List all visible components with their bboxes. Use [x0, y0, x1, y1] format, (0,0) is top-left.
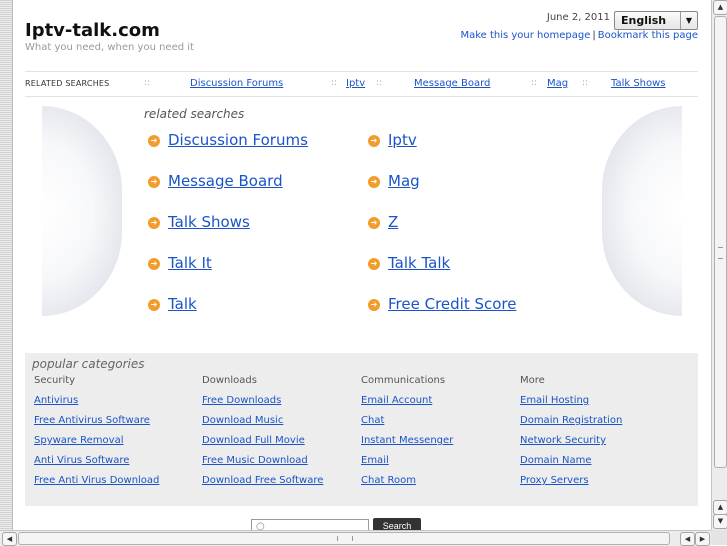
grip-icon — [337, 536, 353, 541]
homepage-links: Make this your homepage | Bookmark this pa… — [430, 30, 698, 41]
scroll-left-arrow-icon[interactable]: ◀ — [680, 532, 695, 546]
arrow-right-circle-icon: ➔ — [368, 258, 380, 270]
category-column-communications: Communications Email Account Chat Instan… — [361, 375, 521, 495]
separator: :: — [376, 78, 383, 88]
scroll-right-arrow-icon[interactable]: ▶ — [695, 532, 710, 546]
category-link[interactable]: Instant Messenger — [361, 435, 521, 455]
category-link[interactable]: Email Hosting — [520, 395, 680, 415]
language-selected-value: English — [621, 14, 667, 27]
category-column-more: More Email Hosting Domain Registration N… — [520, 375, 680, 495]
category-link[interactable]: Email — [361, 455, 521, 475]
chevron-down-icon[interactable]: ▼ — [680, 12, 697, 29]
category-heading: Communications — [361, 375, 446, 386]
topbar-link-talk-shows[interactable]: Talk Shows — [611, 78, 666, 89]
related-link-talk-it[interactable]: Talk It — [168, 254, 212, 272]
category-link[interactable]: Chat Room — [361, 475, 521, 495]
current-date: June 2, 2011 — [546, 12, 610, 23]
language-select[interactable]: English ▼ — [614, 11, 698, 30]
make-homepage-link[interactable]: Make this your homepage — [460, 30, 590, 41]
category-column-security: Security Antivirus Free Antivirus Softwa… — [34, 375, 194, 495]
related-link-z[interactable]: Z — [388, 213, 398, 231]
topbar-link-discussion-forums[interactable]: Discussion Forums — [190, 78, 283, 89]
category-link[interactable]: Free Anti Virus Download — [34, 475, 194, 495]
category-link[interactable]: Antivirus — [34, 395, 194, 415]
scrollbar-corner — [711, 530, 727, 545]
related-link-discussion-forums[interactable]: Discussion Forums — [168, 131, 308, 149]
category-heading: Security — [34, 375, 76, 386]
category-heading: Downloads — [202, 375, 257, 386]
horizontal-scroll-thumb[interactable] — [18, 532, 670, 545]
site-tagline: What you need, when you need it — [25, 42, 194, 53]
separator: :: — [144, 78, 151, 88]
arrow-right-circle-icon: ➔ — [368, 299, 380, 311]
arrow-right-circle-icon: ➔ — [148, 176, 160, 188]
topbar-link-message-board[interactable]: Message Board — [414, 78, 490, 89]
category-link[interactable]: Spyware Removal — [34, 435, 194, 455]
bookmark-link[interactable]: Bookmark this page — [598, 30, 698, 41]
category-link[interactable]: Download Music — [202, 415, 362, 435]
category-link[interactable]: Free Downloads — [202, 395, 362, 415]
horizontal-scrollbar[interactable]: ◀ ◀ ▶ — [0, 530, 711, 546]
separator: :: — [331, 78, 338, 88]
grip-icon — [718, 247, 723, 259]
category-link[interactable]: Network Security — [520, 435, 680, 455]
related-link-iptv[interactable]: Iptv — [388, 131, 417, 149]
scroll-down-arrow-icon[interactable]: ▼ — [713, 514, 727, 529]
scroll-left-arrow-icon[interactable]: ◀ — [2, 532, 17, 546]
related-searches-bar: RELATED SEARCHES :: Discussion Forums ::… — [25, 71, 698, 97]
category-link[interactable]: Free Music Download — [202, 455, 362, 475]
decorative-left-shape — [42, 106, 122, 316]
category-link[interactable]: Free Antivirus Software — [34, 415, 194, 435]
arrow-right-circle-icon: ➔ — [368, 135, 380, 147]
category-link[interactable]: Proxy Servers — [520, 475, 680, 495]
related-link-mag[interactable]: Mag — [388, 172, 420, 190]
category-link[interactable]: Domain Name — [520, 455, 680, 475]
scroll-up-arrow-icon[interactable]: ▲ — [713, 500, 727, 515]
vertical-scrollbar[interactable]: ▲ ▲ ▼ — [711, 0, 727, 530]
arrow-right-circle-icon: ➔ — [148, 217, 160, 229]
category-link[interactable]: Email Account — [361, 395, 521, 415]
arrow-right-circle-icon: ➔ — [148, 135, 160, 147]
category-column-downloads: Downloads Free Downloads Download Music … — [202, 375, 362, 495]
related-link-talk[interactable]: Talk — [168, 295, 197, 313]
link-divider: | — [592, 30, 596, 41]
scroll-up-arrow-icon[interactable]: ▲ — [713, 0, 727, 15]
category-link[interactable]: Download Free Software — [202, 475, 362, 495]
category-heading: More — [520, 375, 545, 386]
decorative-right-shape — [602, 106, 682, 316]
separator: :: — [531, 78, 538, 88]
arrow-right-circle-icon: ➔ — [148, 299, 160, 311]
separator: :: — [582, 78, 589, 88]
arrow-right-circle-icon: ➔ — [368, 176, 380, 188]
category-link[interactable]: Download Full Movie — [202, 435, 362, 455]
popular-categories-title: popular categories — [32, 357, 145, 371]
related-searches-title: related searches — [144, 107, 245, 121]
frame-left-edge — [0, 0, 13, 530]
category-link[interactable]: Anti Virus Software — [34, 455, 194, 475]
arrow-right-circle-icon: ➔ — [368, 217, 380, 229]
related-link-free-credit-score[interactable]: Free Credit Score — [388, 295, 517, 313]
related-searches-label: RELATED SEARCHES — [25, 79, 110, 88]
related-link-talk-talk[interactable]: Talk Talk — [388, 254, 450, 272]
category-link[interactable]: Domain Registration — [520, 415, 680, 435]
category-link[interactable]: Chat — [361, 415, 521, 435]
arrow-right-circle-icon: ➔ — [148, 258, 160, 270]
related-link-message-board[interactable]: Message Board — [168, 172, 283, 190]
related-link-talk-shows[interactable]: Talk Shows — [168, 213, 250, 231]
topbar-link-iptv[interactable]: Iptv — [346, 78, 365, 89]
popular-categories-panel: popular categories Security Antivirus Fr… — [25, 353, 698, 506]
site-logo[interactable]: Iptv-talk.com — [25, 20, 160, 41]
topbar-link-mag[interactable]: Mag — [547, 78, 568, 89]
vertical-scroll-thumb[interactable] — [714, 16, 727, 468]
